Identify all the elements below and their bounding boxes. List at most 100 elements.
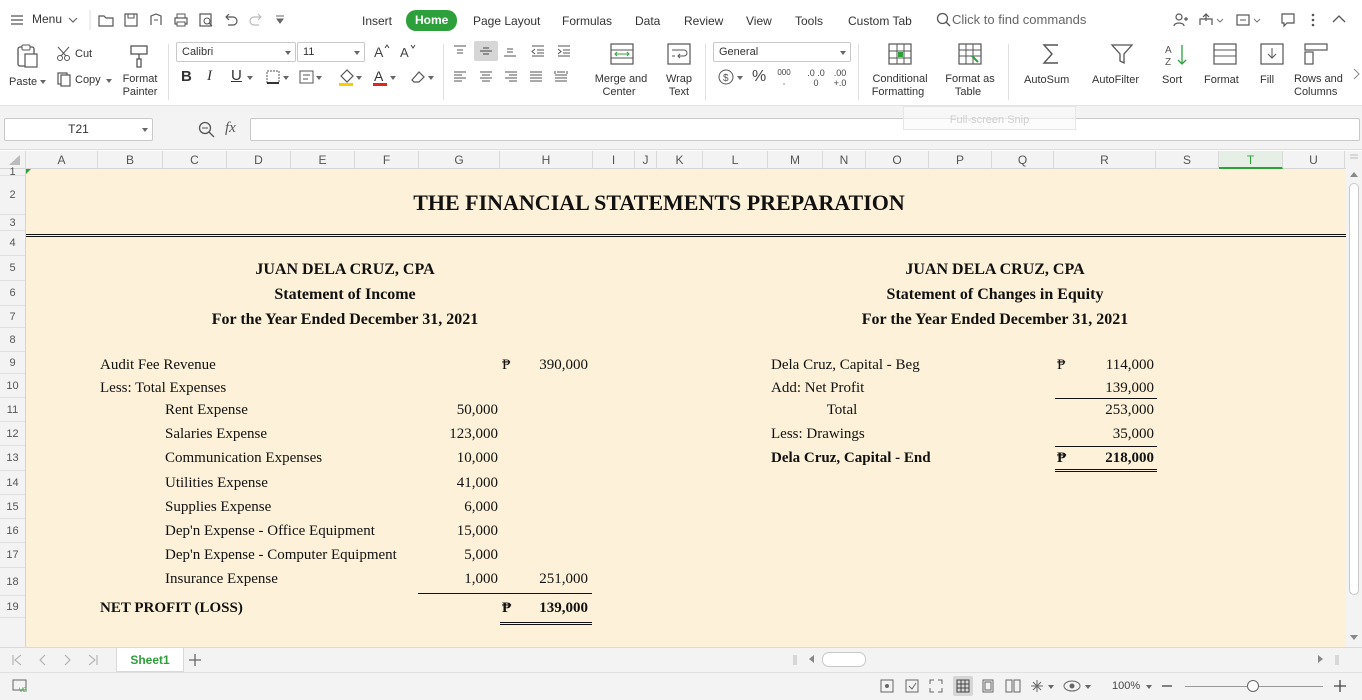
font-name-select[interactable]: Calibri (176, 42, 296, 62)
align-left-icon[interactable] (452, 70, 468, 84)
page-layout-view-icon[interactable] (981, 679, 995, 693)
column-header[interactable]: U (1283, 151, 1345, 169)
share-user-icon[interactable] (1172, 12, 1188, 28)
name-box[interactable]: T21 (4, 118, 153, 141)
sheet-tab-sheet1[interactable]: Sheet1 (116, 648, 184, 672)
wrap-text-button[interactable]: Wrap Text (660, 42, 698, 98)
split-handle-icon[interactable] (1334, 654, 1340, 666)
menu-button[interactable]: Menu (10, 12, 80, 28)
zoom-slider-thumb[interactable] (1247, 680, 1259, 692)
row-header[interactable]: 12 (0, 422, 25, 446)
row-header[interactable]: 15 (0, 495, 25, 519)
border-icon[interactable] (266, 69, 294, 85)
split-handle-icon[interactable] (792, 654, 798, 666)
cloud-upload-icon[interactable] (1198, 12, 1224, 28)
column-header[interactable]: P (929, 151, 992, 169)
column-header[interactable]: H (500, 151, 593, 169)
row-header[interactable]: 10 (0, 374, 25, 398)
tab-tools[interactable]: Tools (795, 11, 823, 31)
merge-center-button[interactable]: Merge and Center (590, 42, 652, 98)
row-header[interactable]: 4 (0, 231, 25, 256)
eye-protection-icon[interactable] (1030, 679, 1056, 693)
last-sheet-icon[interactable] (88, 654, 98, 666)
column-header[interactable]: C (163, 151, 227, 169)
tab-data[interactable]: Data (635, 11, 660, 31)
reading-mode-icon[interactable] (905, 679, 919, 693)
scroll-down-icon[interactable] (1350, 635, 1358, 641)
command-search[interactable]: Click to find commands (936, 11, 1116, 29)
row-header[interactable]: 11 (0, 398, 25, 422)
macro-record-icon[interactable]: VB (12, 679, 28, 693)
column-header[interactable]: L (703, 151, 768, 169)
add-sheet-icon[interactable] (188, 653, 202, 667)
zoom-select[interactable]: 100% (1112, 679, 1156, 695)
thousands-button[interactable]: 000, (777, 68, 791, 86)
column-header[interactable]: E (291, 151, 355, 169)
print-preview-icon[interactable] (198, 12, 214, 28)
autofilter-button[interactable]: AutoFilter (1090, 42, 1154, 98)
column-header[interactable]: G (419, 151, 500, 169)
horizontal-scroll-thumb[interactable] (822, 652, 866, 667)
decrease-font-icon[interactable]: A (399, 43, 417, 59)
currency-icon[interactable]: $ (718, 68, 748, 86)
fx-button[interactable]: fx (225, 120, 236, 137)
worksheet-grid[interactable]: THE FINANCIAL STATEMENTS PREPARATION JUA… (26, 169, 1346, 647)
collaborate-icon[interactable] (1235, 12, 1261, 28)
row-header[interactable]: 6 (0, 281, 25, 306)
row-header[interactable]: 7 (0, 306, 25, 328)
column-header[interactable]: M (768, 151, 823, 169)
increase-indent-icon[interactable] (556, 44, 572, 58)
formula-input[interactable] (250, 118, 1360, 141)
dropdown-arrow-icon[interactable] (247, 76, 253, 80)
tab-view[interactable]: View (746, 11, 772, 31)
align-bottom-icon[interactable] (502, 44, 518, 58)
tab-home[interactable]: Home (406, 10, 458, 31)
column-header[interactable]: A (26, 151, 98, 169)
first-sheet-icon[interactable] (12, 654, 22, 666)
number-format-select[interactable]: General (713, 42, 851, 62)
paste-button[interactable]: Paste (6, 43, 46, 89)
format-painter-button[interactable]: Format Painter (118, 43, 160, 99)
conditional-formatting-button[interactable]: Conditional Formatting (864, 42, 936, 98)
column-header[interactable]: O (866, 151, 929, 169)
row-header[interactable]: 13 (0, 446, 25, 471)
font-size-select[interactable]: 11 (297, 42, 365, 62)
row-header[interactable]: 14 (0, 471, 25, 495)
bold-button[interactable]: B (181, 68, 192, 85)
fullscreen-icon[interactable] (929, 679, 943, 693)
column-header[interactable]: R (1054, 151, 1156, 169)
tab-custom[interactable]: Custom Tab (848, 11, 912, 31)
row-header[interactable]: 18 (0, 568, 25, 596)
tab-page-layout[interactable]: Page Layout (473, 11, 540, 31)
rows-columns-button[interactable]: Rows and Columns (1292, 42, 1350, 98)
increase-font-icon[interactable]: A (373, 43, 391, 59)
cut-button[interactable]: Cut (56, 46, 101, 62)
row-header[interactable]: 8 (0, 328, 25, 352)
night-mode-icon[interactable] (1063, 679, 1093, 693)
row-header[interactable]: 19 (0, 596, 25, 618)
align-middle-icon[interactable] (474, 41, 498, 61)
tab-insert[interactable]: Insert (362, 11, 392, 31)
fill-color-icon[interactable] (338, 68, 366, 86)
underline-button[interactable]: U (231, 67, 242, 84)
increase-decimal-button[interactable]: .0 .00 (806, 68, 826, 88)
column-header[interactable]: D (227, 151, 291, 169)
copy-button[interactable]: Copy (56, 71, 114, 87)
more-icon[interactable] (1309, 12, 1317, 28)
column-header[interactable]: B (98, 151, 163, 169)
font-color-icon[interactable]: A (372, 68, 400, 86)
undo-icon[interactable] (223, 12, 239, 28)
row-header[interactable]: 3 (0, 215, 25, 231)
export-icon[interactable] (148, 12, 164, 28)
align-top-icon[interactable] (452, 44, 468, 58)
ribbon-scroll-right-icon[interactable] (1352, 68, 1360, 80)
comment-icon[interactable] (1280, 12, 1296, 28)
italic-button[interactable]: I (207, 68, 212, 85)
row-header[interactable]: 5 (0, 256, 25, 281)
next-sheet-icon[interactable] (64, 654, 72, 666)
format-as-table-button[interactable]: Format as Table (940, 42, 1000, 98)
row-header[interactable]: 2 (0, 176, 25, 215)
zoom-formula-icon[interactable] (198, 121, 216, 139)
prev-sheet-icon[interactable] (38, 654, 46, 666)
scroll-left-icon[interactable] (808, 655, 814, 663)
